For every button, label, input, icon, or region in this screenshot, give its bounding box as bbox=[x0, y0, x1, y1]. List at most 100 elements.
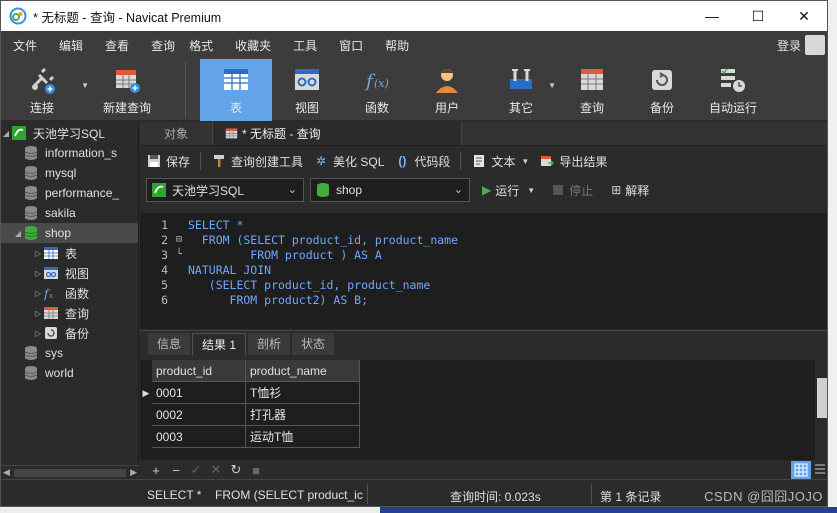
scroll-right-icon[interactable]: ▶ bbox=[130, 467, 137, 478]
scrollbar-thumb[interactable] bbox=[817, 378, 827, 418]
scroll-left-icon[interactable]: ◀ bbox=[3, 467, 10, 478]
tab-status[interactable]: 状态 bbox=[292, 332, 335, 355]
tree-shop-functions[interactable]: ▷ fx 函数 bbox=[1, 283, 138, 303]
stop-loading-button[interactable]: ■ bbox=[246, 463, 266, 478]
table-row[interactable]: ▶ 0001 T恤衫 bbox=[140, 382, 827, 404]
toolbar-query-button[interactable]: 查询 bbox=[560, 59, 624, 121]
tab-profile[interactable]: 剖析 bbox=[248, 332, 291, 355]
collapse-arrow-icon[interactable]: ▷ bbox=[33, 249, 43, 258]
tree-connection[interactable]: ◢ 天池学习SQL bbox=[1, 123, 138, 143]
apply-changes-button[interactable]: ✓ bbox=[186, 462, 206, 478]
toolbar-new-query-button[interactable]: 新建查询 bbox=[83, 59, 171, 121]
tree-db-performance-schema[interactable]: performance_ bbox=[1, 183, 138, 203]
column-header[interactable]: product_id bbox=[152, 360, 246, 382]
menu-view[interactable]: 查看 bbox=[93, 37, 139, 54]
table-row[interactable]: 0003 运动T恤 bbox=[140, 426, 827, 448]
add-record-button[interactable]: + bbox=[146, 463, 166, 478]
chevron-down-icon[interactable]: ⌄ bbox=[454, 183, 463, 196]
code-snippet-button[interactable]: () 代码段 bbox=[394, 153, 450, 170]
refresh-button[interactable]: ↻ bbox=[226, 462, 246, 478]
table-cell[interactable]: 0001 bbox=[152, 382, 246, 404]
menu-file[interactable]: 文件 bbox=[1, 37, 47, 54]
tree-shop-backups[interactable]: ▷ 备份 bbox=[1, 323, 138, 343]
expand-arrow-icon[interactable]: ◢ bbox=[13, 229, 23, 238]
database-select[interactable]: shop ⌄ bbox=[310, 178, 470, 202]
tab-query[interactable]: * 无标题 - 查询 bbox=[212, 121, 462, 145]
delete-record-button[interactable]: − bbox=[166, 463, 186, 478]
chevron-down-icon[interactable]: ▼ bbox=[527, 186, 535, 195]
run-button[interactable]: ▶ 运行 ▼ bbox=[482, 182, 535, 199]
text-button[interactable]: 文本 ▼ bbox=[471, 153, 529, 170]
tree-db-world[interactable]: world bbox=[1, 363, 138, 383]
sidebar-horizontal-scrollbar[interactable]: ◀ ▶ bbox=[1, 465, 139, 479]
expand-arrow-icon[interactable]: ◢ bbox=[1, 129, 11, 138]
chevron-down-icon[interactable]: ▼ bbox=[548, 81, 556, 90]
tab-result-1[interactable]: 结果 1 bbox=[192, 332, 247, 355]
table-cell[interactable]: 打孔器 bbox=[246, 404, 360, 426]
tab-info[interactable]: 信息 bbox=[148, 332, 191, 355]
save-button[interactable]: 保存 bbox=[146, 153, 190, 170]
login-link[interactable]: 登录 bbox=[777, 37, 801, 54]
toolbar-function-button[interactable]: f (x) 函数 bbox=[342, 59, 412, 121]
tree-shop-queries[interactable]: ▷ 查询 bbox=[1, 303, 138, 323]
discard-changes-button[interactable]: ✕ bbox=[206, 462, 226, 478]
tree-db-mysql[interactable]: mysql bbox=[1, 163, 138, 183]
collapse-arrow-icon[interactable]: ▷ bbox=[33, 289, 43, 298]
schedule-icon bbox=[718, 65, 748, 95]
toolbar-table-button[interactable]: 表 bbox=[200, 59, 272, 121]
table-cell[interactable]: T恤衫 bbox=[246, 382, 360, 404]
form-view-button[interactable] bbox=[811, 461, 827, 479]
tree-db-information-schema[interactable]: information_s bbox=[1, 143, 138, 163]
collapse-arrow-icon[interactable]: ▷ bbox=[33, 329, 43, 338]
toolbar-backup-button[interactable]: 备份 bbox=[624, 59, 700, 121]
title-bar[interactable]: * 无标题 - 查询 - Navicat Premium — ☐ ✕ bbox=[1, 1, 827, 31]
chevron-down-icon[interactable]: ▼ bbox=[521, 157, 529, 166]
fold-toggle-icon[interactable]: ⊟ bbox=[176, 234, 188, 245]
tree-db-shop[interactable]: ◢ shop bbox=[1, 223, 138, 243]
menu-tools[interactable]: 工具 bbox=[281, 37, 327, 54]
menu-help[interactable]: 帮助 bbox=[373, 37, 419, 54]
tree-node-label: 表 bbox=[65, 246, 78, 261]
grid-view-button[interactable] bbox=[791, 461, 811, 479]
stop-button[interactable]: 停止 bbox=[553, 182, 593, 199]
editor-line: 2 ⊟ FROM (SELECT product_id, product_nam… bbox=[140, 232, 827, 247]
table-cell[interactable]: 运动T恤 bbox=[246, 426, 360, 448]
minimize-button[interactable]: — bbox=[689, 1, 735, 31]
scrollbar-thumb[interactable] bbox=[13, 468, 127, 477]
tree-shop-tables[interactable]: ▷ 表 bbox=[1, 243, 138, 263]
maximize-button[interactable]: ☐ bbox=[735, 1, 781, 31]
tab-query-label: * 无标题 - 查询 bbox=[242, 126, 321, 141]
table-row[interactable]: 0002 打孔器 bbox=[140, 404, 827, 426]
tree-db-label: information_s bbox=[45, 146, 118, 160]
explain-button[interactable]: ⊞ 解释 bbox=[611, 182, 649, 199]
tree-db-sys[interactable]: sys bbox=[1, 343, 138, 363]
connection-select[interactable]: 天池学习SQL ⌄ bbox=[146, 178, 304, 202]
menu-window[interactable]: 窗口 bbox=[327, 37, 373, 54]
menu-favorites[interactable]: 收藏夹 bbox=[223, 37, 281, 54]
sql-editor[interactable]: 1 SELECT * 2 ⊟ FROM (SELECT product_id, … bbox=[140, 213, 827, 329]
menu-edit[interactable]: 编辑 bbox=[47, 37, 93, 54]
toolbar-connect-button[interactable]: 连接 ▼ bbox=[1, 59, 89, 121]
toolbar-view-button[interactable]: 视图 bbox=[272, 59, 342, 121]
table-cell[interactable]: 0002 bbox=[152, 404, 246, 426]
menu-format[interactable]: 格式 bbox=[177, 37, 223, 54]
column-header[interactable]: product_name bbox=[246, 360, 360, 382]
view-icon bbox=[44, 267, 58, 279]
beautify-sql-button[interactable]: ✲ 美化 SQL bbox=[313, 153, 384, 170]
chevron-down-icon[interactable]: ⌄ bbox=[288, 183, 297, 196]
grid-vertical-scrollbar[interactable] bbox=[815, 360, 827, 460]
tree-db-sakila[interactable]: sakila bbox=[1, 203, 138, 223]
collapse-arrow-icon[interactable]: ▷ bbox=[33, 269, 43, 278]
avatar[interactable] bbox=[805, 35, 825, 55]
table-cell[interactable]: 0003 bbox=[152, 426, 246, 448]
export-results-button[interactable]: 导出结果 bbox=[539, 153, 607, 170]
menu-query[interactable]: 查询 bbox=[139, 37, 177, 54]
close-button[interactable]: ✕ bbox=[781, 1, 827, 31]
tree-shop-views[interactable]: ▷ 视图 bbox=[1, 263, 138, 283]
query-builder-button[interactable]: 查询创建工具 bbox=[211, 153, 303, 170]
toolbar-other-button[interactable]: 其它 ▼ bbox=[482, 59, 560, 121]
collapse-arrow-icon[interactable]: ▷ bbox=[33, 309, 43, 318]
toolbar-user-button[interactable]: 用户 bbox=[412, 59, 482, 121]
tab-objects[interactable]: 对象 bbox=[140, 121, 212, 145]
toolbar-schedule-button[interactable]: 自动运行 bbox=[700, 59, 766, 121]
